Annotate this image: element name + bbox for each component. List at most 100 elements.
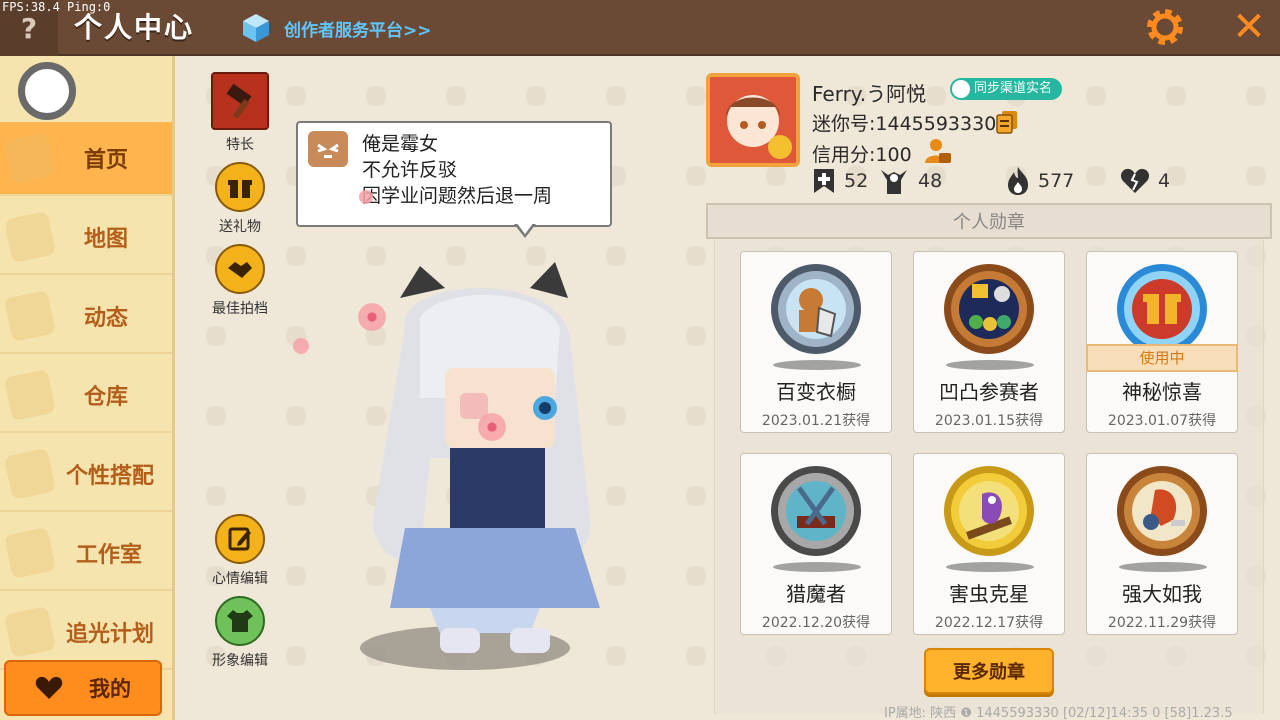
- medal-date: 2022.11.29获得: [1107, 615, 1217, 631]
- sidebar-item-label: 地图: [83, 227, 128, 252]
- mood-speech-bubble: 俺是霉女 不允许反驳 因学业问题然后退一周: [296, 121, 612, 227]
- bell-icon: [3, 289, 57, 343]
- hearts-stat[interactable]: 4: [1120, 166, 1170, 196]
- contestant-medal-icon: [944, 264, 1034, 354]
- in-use-tag: 使用中: [1086, 344, 1238, 372]
- record-button[interactable]: [18, 62, 76, 120]
- fps-readout: FPS:38.4 Ping:0: [2, 0, 111, 14]
- medal-shadow: [773, 360, 861, 370]
- send-gift-label: 送礼物: [219, 219, 261, 235]
- profile-avatar[interactable]: [706, 73, 800, 167]
- light-icon: [3, 605, 57, 659]
- mystery-gift-medal-icon: [1117, 264, 1207, 354]
- medal-card[interactable]: 百变衣橱 2023.01.21获得: [740, 251, 892, 433]
- close-icon: ✕: [1232, 4, 1266, 50]
- sidebar-item-label: 首页: [83, 148, 128, 173]
- outfit-icon: [3, 447, 57, 501]
- mood-face-icon: [308, 131, 348, 167]
- medal-date: 2023.01.21获得: [761, 413, 871, 429]
- credit-person-icon[interactable]: [922, 137, 952, 165]
- sidebar-item-me[interactable]: 我的: [4, 660, 162, 716]
- mood-line: 因学业问题然后退一周: [362, 185, 553, 207]
- medal-name: 害虫克星: [949, 582, 1029, 606]
- sidebar-item-label: 动态: [83, 306, 128, 331]
- sidebar-item-label: 追光计划: [65, 622, 154, 647]
- medal-date: 2022.12.17获得: [934, 615, 1044, 631]
- medal-card[interactable]: 凹凸参赛者 2023.01.15获得: [913, 251, 1065, 433]
- heat-count: 577: [1038, 170, 1075, 192]
- sidebar-item-home[interactable]: 首页: [0, 122, 172, 196]
- sidebar-item-label: 个性搭配: [65, 464, 154, 489]
- credit-score: 信用分:100: [812, 144, 912, 166]
- bookmark-plus-icon: [814, 169, 834, 193]
- me-label: 我的: [89, 677, 131, 701]
- footer-info: IP属地: 陕西 ❶ 1445593330 [02/12]14:35 0 [58…: [884, 706, 1233, 720]
- sidebar-item-outfit[interactable]: 个性搭配: [0, 438, 172, 512]
- studio-icon: [3, 526, 57, 580]
- hammer-icon: [211, 72, 269, 130]
- fans-icon: [881, 170, 907, 194]
- map-icon: [3, 210, 57, 264]
- warehouse-icon: [3, 368, 57, 422]
- sidebar: 首页 地图 动态 仓库 个性搭配 工作室 追光计划 我的: [0, 56, 175, 720]
- sidebar-item-storage[interactable]: 仓库: [0, 359, 172, 433]
- medal-name: 猎魔者: [786, 582, 846, 606]
- best-partner-button[interactable]: 最佳拍档: [200, 244, 280, 318]
- specialty-label: 特长: [226, 137, 254, 153]
- sidebar-item-chase-light[interactable]: 追光计划: [0, 596, 172, 670]
- send-gift-button[interactable]: 送礼物: [200, 162, 280, 236]
- medal-card[interactable]: 强大如我 2022.11.29获得: [1086, 453, 1238, 635]
- likes-stat[interactable]: 52: [812, 166, 868, 196]
- specialty-button[interactable]: 特长: [200, 72, 280, 154]
- close-button[interactable]: ✕: [1224, 4, 1274, 50]
- fans-stat[interactable]: 48: [878, 166, 942, 196]
- best-partner-label: 最佳拍档: [212, 301, 268, 317]
- sidebar-item-map[interactable]: 地图: [0, 201, 172, 275]
- medal-shadow: [1119, 562, 1207, 572]
- medals-title-bar: 个人勋章: [706, 203, 1272, 239]
- likes-count: 52: [844, 170, 869, 192]
- medal-date: 2023.01.07获得: [1107, 413, 1217, 429]
- sidebar-item-label: 工作室: [75, 543, 142, 568]
- sidebar-item-feed[interactable]: 动态: [0, 280, 172, 354]
- look-edit-label: 形象编辑: [212, 653, 268, 669]
- more-medals-button[interactable]: 更多勋章: [924, 648, 1054, 694]
- fire-icon: [1008, 167, 1028, 195]
- verify-badge-label: 同步渠道实名: [974, 81, 1053, 96]
- home-icon: [3, 131, 57, 185]
- sidebar-item-label: 仓库: [83, 385, 128, 410]
- settings-button[interactable]: [1140, 4, 1190, 50]
- top-bar: ? 个人中心 创作者服务平台>> ✕: [0, 0, 1280, 56]
- medal-date: 2022.12.20获得: [761, 615, 871, 631]
- cube-icon: [243, 14, 269, 42]
- medal-name: 强大如我: [1122, 582, 1202, 606]
- medal-name: 凹凸参赛者: [939, 380, 1039, 404]
- medal-card[interactable]: 使用中 神秘惊喜 2023.01.07获得: [1086, 251, 1238, 433]
- petal-decoration: [478, 413, 506, 441]
- handshake-icon: [215, 244, 265, 294]
- petal-decoration: [293, 338, 309, 354]
- broken-heart-icon: [1120, 168, 1150, 193]
- medal-shadow: [773, 562, 861, 572]
- medal-shadow: [946, 360, 1034, 370]
- copy-icon[interactable]: [996, 110, 1018, 134]
- sidebar-item-studio[interactable]: 工作室: [0, 517, 172, 591]
- heat-stat[interactable]: 577: [1006, 166, 1074, 196]
- medal-card[interactable]: 猎魔者 2022.12.20获得: [740, 453, 892, 635]
- gift-icon: [215, 162, 265, 212]
- hearts-count: 4: [1158, 170, 1171, 192]
- look-edit-button[interactable]: 形象编辑: [200, 596, 280, 670]
- outfit-edit-icon: [215, 596, 265, 646]
- profile-nickname: Ferry.う阿悦: [812, 82, 927, 106]
- mood-edit-button[interactable]: 心情编辑: [200, 514, 280, 588]
- verify-badge[interactable]: 同步渠道实名: [950, 78, 1063, 100]
- medal-card[interactable]: 害虫克星 2022.12.17获得: [913, 453, 1065, 635]
- creator-platform-link[interactable]: 创作者服务平台>>: [240, 10, 432, 46]
- medals-title: 个人勋章: [953, 212, 1025, 233]
- mood-edit-label: 心情编辑: [212, 571, 268, 587]
- mini-id: 迷你号:1445593330: [812, 113, 997, 135]
- mood-line: 不允许反驳: [362, 159, 458, 181]
- strong-me-medal-icon: [1117, 466, 1207, 556]
- mood-line: 俺是霉女: [362, 133, 439, 155]
- edit-icon: [215, 514, 265, 564]
